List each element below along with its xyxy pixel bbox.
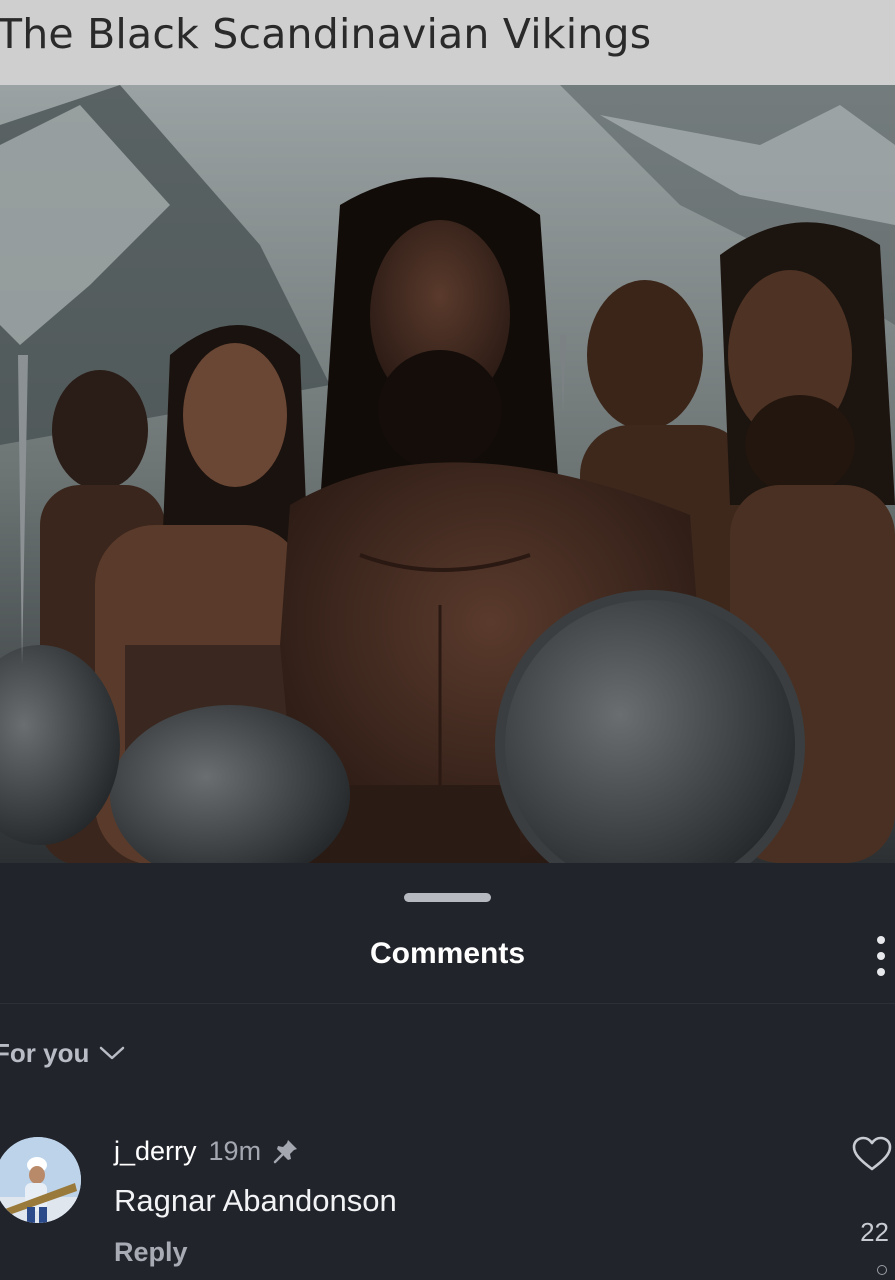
comments-sheet: Comments For you j_derry 19m Ragnar Aban… [0,863,895,1280]
post-image[interactable] [0,85,895,863]
pin-icon [273,1138,299,1164]
comment-text: Ragnar Abandonson [114,1183,397,1218]
sort-filter-dropdown[interactable]: For you [0,1035,125,1071]
comment-meta: j_derry 19m [114,1133,299,1169]
comment-username[interactable]: j_derry [114,1136,197,1167]
post-title: The Black Scandinavian Vikings [0,10,652,58]
comments-title: Comments [369,937,526,970]
comment-item: j_derry 19m Ragnar Abandonson Reply 22 [0,1133,895,1280]
vikings-photo [0,85,895,863]
heart-icon [852,1136,892,1176]
avatar[interactable] [0,1137,81,1223]
sort-filter-label: For you [0,1037,90,1068]
status-dot-icon [877,1265,887,1275]
like-count: 22 [860,1217,889,1247]
comment-timestamp: 19m [208,1135,262,1166]
like-button[interactable] [852,1136,892,1176]
reply-button[interactable]: Reply [114,1237,188,1268]
more-options-button[interactable] [865,933,895,979]
comments-header: Comments [0,921,895,1004]
post-title-bar: The Black Scandinavian Vikings [0,0,895,85]
chevron-down-icon [99,1045,125,1061]
drag-handle[interactable] [404,893,491,902]
